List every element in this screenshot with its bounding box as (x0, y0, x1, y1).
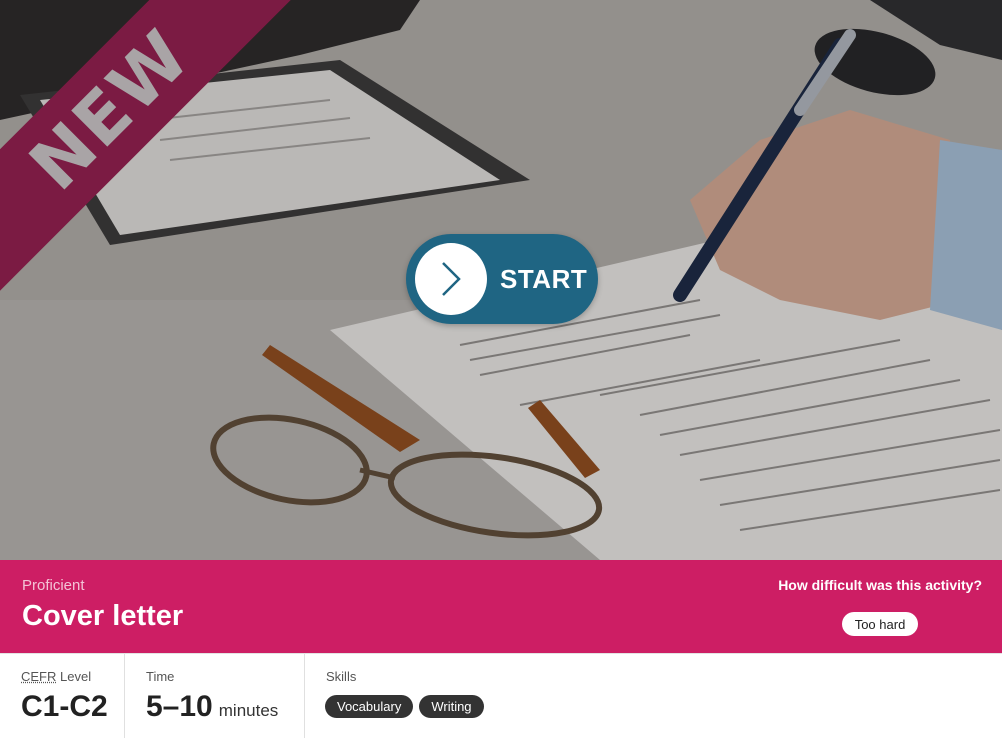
skills-tags: Vocabulary Writing (325, 695, 484, 718)
difficulty-question: How difficult was this activity? (778, 577, 982, 593)
skill-tag-vocabulary: Vocabulary (325, 695, 414, 718)
time-label: Time (146, 669, 175, 684)
chevron-right-icon (442, 262, 461, 296)
start-circle (415, 243, 487, 315)
hero-image: NEW START (0, 0, 1002, 560)
level-name: Proficient (22, 577, 85, 594)
cefr-label-rest: Level (56, 669, 92, 684)
start-label: START (500, 263, 588, 294)
cefr-label: CEFR Level (21, 669, 91, 684)
start-button[interactable]: START (406, 234, 598, 324)
too-hard-button[interactable]: Too hard (842, 612, 918, 636)
time-display: 5–10 minutes (146, 690, 278, 724)
cefr-value: C1-C2 (21, 690, 108, 723)
cefr-abbr: CEFR (21, 669, 57, 684)
skill-tag-writing: Writing (419, 695, 484, 718)
time-unit: minutes (218, 701, 279, 720)
skills-cell: Skills Vocabulary Writing (305, 654, 1002, 738)
activity-title: Cover letter (22, 600, 184, 632)
time-cell: Time 5–10 minutes (125, 654, 305, 738)
time-value: 5–10 (146, 690, 213, 723)
skills-label: Skills (326, 669, 357, 684)
activity-info: CEFR Level C1-C2 Time 5–10 minutes Skills… (0, 653, 1002, 738)
cefr-cell: CEFR Level C1-C2 (0, 654, 125, 738)
title-band: Proficient Cover letter How difficult wa… (0, 560, 1002, 653)
activity-card: NEW START Proficient Cover letter How di… (0, 0, 1002, 738)
